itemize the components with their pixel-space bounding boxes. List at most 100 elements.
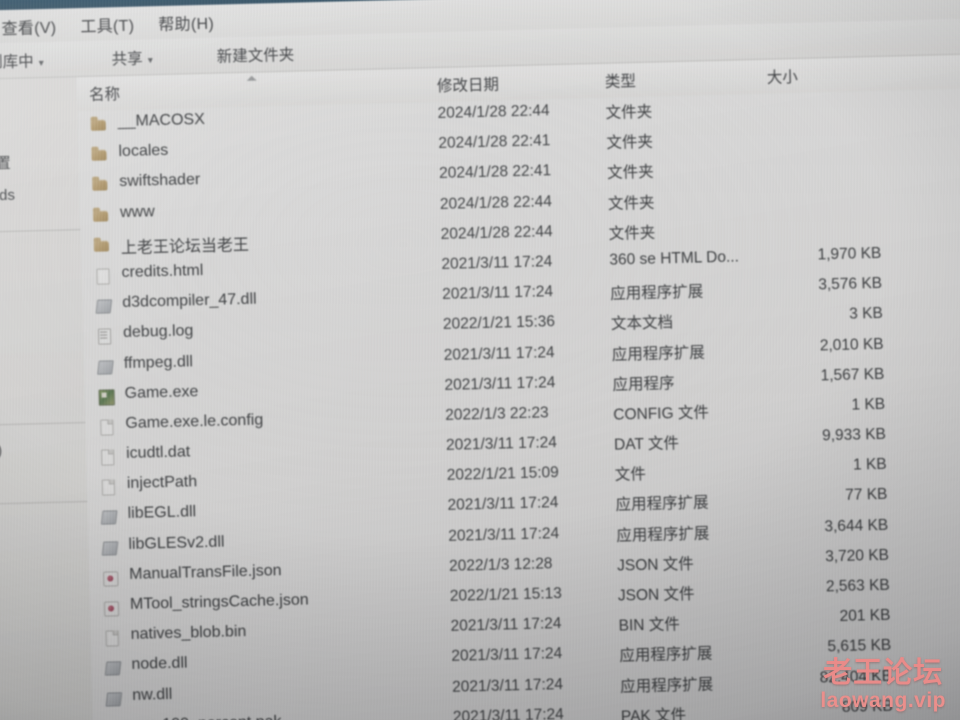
generic-file-icon — [103, 629, 121, 645]
file-date-cell: 2022/1/21 15:13 — [449, 585, 563, 605]
nav-item-downloads[interactable]: ownloads — [0, 187, 15, 206]
file-size-cell: 77 KB — [844, 486, 888, 505]
file-type-cell: 应用程序扩展 — [619, 645, 713, 665]
file-type-cell: 文件夹 — [605, 103, 653, 122]
file-name-cell: www — [119, 202, 155, 221]
file-size-cell: 1 KB — [851, 395, 886, 414]
file-size-cell — [767, 94, 877, 97]
generic-file-icon — [98, 448, 116, 464]
file-name-cell: nw.dll — [132, 685, 173, 704]
file-name-cell: libEGL.dll — [127, 503, 197, 523]
file-type-cell: 文件夹 — [607, 194, 655, 213]
file-date-cell: 2021/3/11 17:24 — [447, 494, 559, 515]
menu-item-tools[interactable]: 工具(T) — [80, 11, 135, 36]
file-name-cell: nw_100_percent.pak — [133, 713, 282, 720]
folder-icon — [92, 207, 110, 223]
file-type-cell: PAK 文件 — [620, 706, 687, 720]
toolbar-include-in-library[interactable]: 包含到库中 ▾ — [0, 48, 44, 72]
file-date-cell: 2022/1/3 12:28 — [448, 555, 553, 575]
nav-separator-1 — [0, 229, 81, 233]
menu-item-help[interactable]: 帮助(H) — [158, 9, 214, 34]
file-name-cell: Game.exe — [124, 382, 199, 402]
column-header-type[interactable]: 类型 — [605, 69, 637, 92]
generic-file-icon — [99, 479, 117, 495]
toolbar-share[interactable]: 共享 ▾ — [111, 46, 153, 69]
file-size-cell: 2,563 KB — [825, 576, 890, 596]
file-name-cell: Game.exe.le.config — [125, 411, 264, 432]
file-date-cell: 2021/3/11 17:24 — [445, 434, 558, 454]
menu-item-view[interactable]: 查看(V) — [1, 13, 56, 38]
folder-icon — [90, 147, 108, 163]
dll-file-icon — [94, 297, 112, 313]
dll-file-icon — [104, 690, 122, 706]
toolbar-new-folder[interactable]: 新建文件夹 — [216, 42, 294, 66]
file-list[interactable]: __MACOSX 2024/1/28 22:44 文件夹 locales 2024/1/… — [77, 88, 960, 720]
column-header-name[interactable]: 名称 — [89, 82, 121, 105]
nav-item-recent-places[interactable]: 问的位置 — [0, 152, 11, 175]
file-date-cell: 2022/1/3 22:23 — [445, 404, 549, 424]
dll-file-icon — [100, 539, 118, 555]
file-date-cell: 2024/1/28 22:41 — [438, 132, 551, 153]
file-type-cell: 文本文档 — [610, 314, 674, 334]
file-size-cell: 5,615 KB — [827, 637, 892, 656]
file-size-cell: 809 KB — [841, 697, 893, 716]
column-header-size[interactable]: 大小 — [767, 65, 799, 88]
file-type-cell: 文件 — [614, 466, 647, 484]
file-type-cell: 应用程序扩展 — [616, 524, 710, 545]
file-date-cell: 2021/3/11 17:24 — [444, 373, 556, 394]
json-file-icon — [101, 569, 119, 585]
nav-separator-2 — [0, 422, 86, 426]
file-type-cell: 360 se HTML Do... — [609, 248, 740, 269]
file-size-cell — [770, 184, 880, 187]
nav-item-drive-c[interactable]: 盘 (C:) — [0, 439, 2, 461]
exe-file-icon — [96, 388, 114, 404]
chevron-down-icon-2: ▾ — [147, 54, 153, 66]
camera-photo-frame: (E) 查看(V) 工具(T) 帮助(H) 包含到库中▾ 共享▾ 新建文件夹 问… — [0, 0, 960, 720]
file-date-cell: 2021/3/11 17:24 — [443, 343, 555, 364]
file-name-cell: ManualTransFile.json — [128, 561, 282, 583]
column-header-date[interactable]: 修改日期 — [437, 72, 500, 96]
file-name-cell: 上老王论坛当老王 — [120, 236, 250, 257]
toolbar-include-in-library-label: 包含到库中 — [0, 52, 34, 72]
file-type-cell: 文件夹 — [608, 224, 656, 243]
file-type-cell: 应用程序扩展 — [611, 343, 705, 364]
file-type-cell: JSON 文件 — [616, 555, 694, 575]
file-size-cell: 3,576 KB — [818, 274, 883, 294]
folder-icon — [93, 237, 111, 253]
file-name-cell: locales — [118, 142, 169, 161]
file-date-cell: 2021/3/11 17:24 — [452, 705, 564, 720]
file-date-cell: 2021/3/11 17:24 — [441, 253, 553, 273]
nav-separator-3 — [0, 501, 88, 505]
file-size-cell: 2,010 KB — [819, 335, 884, 354]
file-date-cell: 2024/1/28 22:44 — [440, 222, 553, 243]
file-name-cell: d3dcompiler_47.dll — [122, 290, 257, 312]
file-type-cell: BIN 文件 — [618, 616, 681, 635]
file-size-cell: 1 KB — [852, 456, 887, 474]
html-file-icon — [93, 267, 111, 283]
dll-file-icon — [100, 509, 118, 525]
file-size-cell: 3,720 KB — [824, 546, 890, 566]
file-date-cell: 2021/3/11 17:24 — [451, 675, 564, 696]
file-name-cell: icudtl.dat — [125, 443, 191, 463]
file-size-cell: 1,970 KB — [817, 244, 882, 264]
file-date-cell: 2024/1/28 22:41 — [438, 162, 552, 183]
file-name-cell: injectPath — [126, 473, 198, 493]
file-name-cell: libGLESv2.dll — [128, 533, 225, 553]
file-size-cell: 9,933 KB — [821, 425, 887, 445]
explorer-window: (E) 查看(V) 工具(T) 帮助(H) 包含到库中▾ 共享▾ 新建文件夹 问… — [0, 0, 960, 720]
file-type-cell: 应用程序扩展 — [610, 283, 704, 303]
log-file-icon — [95, 328, 113, 344]
file-date-cell: 2024/1/28 22:44 — [439, 192, 553, 213]
file-size-cell — [768, 124, 878, 127]
file-date-cell: 2021/3/11 17:24 — [451, 645, 563, 666]
file-name-cell: node.dll — [131, 654, 188, 674]
file-name-cell: natives_blob.bin — [130, 623, 247, 644]
file-type-cell: DAT 文件 — [613, 435, 680, 454]
folder-icon — [91, 177, 109, 193]
file-date-cell: 2024/1/28 22:44 — [437, 102, 550, 123]
file-type-cell: 应用程序 — [612, 374, 675, 394]
sort-ascending-icon — [246, 75, 257, 81]
file-date-cell: 2021/3/11 17:24 — [448, 524, 560, 545]
file-size-cell: 82,404 KB — [819, 667, 893, 687]
file-name-cell: __MACOSX — [117, 110, 206, 131]
